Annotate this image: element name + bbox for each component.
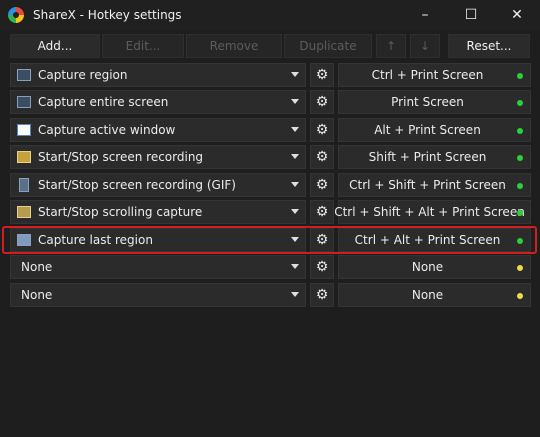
window-controls: – ☐ ✕ xyxy=(402,0,540,30)
hotkey-row: Start/Stop screen recording ⚙ Shift + Pr… xyxy=(0,145,540,171)
hotkey-label: Ctrl + Shift + Alt + Print Screen xyxy=(334,205,525,219)
active-window-icon xyxy=(17,124,31,136)
scrolling-capture-icon xyxy=(17,206,31,218)
hotkey-field[interactable]: Shift + Print Screen xyxy=(338,145,531,169)
hotkey-field[interactable]: Ctrl + Shift + Alt + Print Screen xyxy=(334,200,531,224)
status-indicator xyxy=(517,128,523,134)
task-select[interactable]: Capture region xyxy=(10,63,306,87)
gear-icon[interactable]: ⚙ xyxy=(310,63,334,87)
hotkey-field[interactable]: Print Screen xyxy=(338,90,531,114)
task-label: Start/Stop screen recording (GIF) xyxy=(38,178,236,192)
move-down-button[interactable]: ↓ xyxy=(410,34,440,58)
task-label: Start/Stop scrolling capture xyxy=(38,205,203,219)
hotkey-label: Ctrl + Shift + Print Screen xyxy=(349,178,506,192)
capture-region-icon xyxy=(17,69,31,81)
sharex-logo-icon xyxy=(8,7,24,23)
status-indicator xyxy=(517,238,523,244)
hotkey-label: None xyxy=(411,288,444,302)
gear-icon[interactable]: ⚙ xyxy=(310,118,334,142)
task-select[interactable]: Capture last region xyxy=(10,228,306,252)
status-indicator xyxy=(517,73,523,79)
task-select[interactable]: Start/Stop screen recording (GIF) xyxy=(10,173,306,197)
hotkey-row: Start/Stop scrolling capture ⚙ Ctrl + Sh… xyxy=(0,200,540,226)
chevron-down-icon xyxy=(291,182,299,187)
chevron-down-icon xyxy=(291,127,299,132)
gear-icon[interactable]: ⚙ xyxy=(310,283,334,307)
hotkey-field[interactable]: Alt + Print Screen xyxy=(338,118,531,142)
task-label: None xyxy=(21,260,53,274)
hotkey-row: Capture active window ⚙ Alt + Print Scre… xyxy=(0,118,540,144)
chevron-down-icon xyxy=(291,72,299,77)
gear-icon[interactable]: ⚙ xyxy=(310,90,334,114)
task-select[interactable]: Start/Stop screen recording xyxy=(10,145,306,169)
window-title: ShareX - Hotkey settings xyxy=(33,8,182,22)
maximize-button[interactable]: ☐ xyxy=(448,0,494,30)
hotkey-label: Ctrl + Alt + Print Screen xyxy=(354,233,501,247)
status-indicator xyxy=(517,183,523,189)
hotkey-label: Shift + Print Screen xyxy=(368,150,487,164)
hotkey-label: Print Screen xyxy=(391,95,464,109)
hotkey-row: None ⚙ None xyxy=(0,255,540,281)
hotkey-label: Alt + Print Screen xyxy=(374,123,481,137)
chevron-down-icon xyxy=(291,154,299,159)
hotkey-row: Start/Stop screen recording (GIF) ⚙ Ctrl… xyxy=(0,173,540,199)
task-select[interactable]: None xyxy=(10,255,306,279)
hotkey-field[interactable]: Ctrl + Print Screen xyxy=(338,63,531,87)
task-label: Capture region xyxy=(38,68,128,82)
hotkey-row: Capture last region ⚙ Ctrl + Alt + Print… xyxy=(0,228,540,254)
gear-icon[interactable]: ⚙ xyxy=(310,228,334,252)
hotkey-label: Ctrl + Print Screen xyxy=(371,68,484,82)
hotkey-row: Capture entire screen ⚙ Print Screen xyxy=(0,90,540,116)
task-select[interactable]: Capture active window xyxy=(10,118,306,142)
hotkey-field[interactable]: Ctrl + Shift + Print Screen xyxy=(338,173,531,197)
task-label: None xyxy=(21,288,53,302)
status-indicator xyxy=(517,293,523,299)
hotkey-field[interactable]: None xyxy=(338,255,531,279)
task-select[interactable]: Capture entire screen xyxy=(10,90,306,114)
gif-recording-icon xyxy=(19,178,29,192)
hotkey-field[interactable]: None xyxy=(338,283,531,307)
hotkey-row: Capture region ⚙ Ctrl + Print Screen xyxy=(0,63,540,89)
task-select[interactable]: None xyxy=(10,283,306,307)
gear-icon[interactable]: ⚙ xyxy=(310,255,334,279)
gear-icon[interactable]: ⚙ xyxy=(310,145,334,169)
chevron-down-icon xyxy=(291,292,299,297)
task-label: Capture entire screen xyxy=(38,95,169,109)
close-button[interactable]: ✕ xyxy=(494,0,540,30)
hotkey-label: None xyxy=(411,260,444,274)
status-indicator xyxy=(517,210,523,216)
screen-recording-icon xyxy=(17,151,31,163)
task-label: Start/Stop screen recording xyxy=(38,150,204,164)
chevron-down-icon xyxy=(291,264,299,269)
last-region-icon xyxy=(17,234,31,246)
chevron-down-icon xyxy=(291,209,299,214)
gear-icon[interactable]: ⚙ xyxy=(310,173,334,197)
status-indicator xyxy=(517,265,523,271)
hotkey-field[interactable]: Ctrl + Alt + Print Screen xyxy=(338,228,531,252)
chevron-down-icon xyxy=(291,99,299,104)
toolbar: Add... Edit... Remove Duplicate ↑ ↓ Rese… xyxy=(0,34,540,60)
task-select[interactable]: Start/Stop scrolling capture xyxy=(10,200,306,224)
move-up-button[interactable]: ↑ xyxy=(376,34,406,58)
edit-button[interactable]: Edit... xyxy=(102,34,184,58)
reset-button[interactable]: Reset... xyxy=(448,34,530,58)
add-button[interactable]: Add... xyxy=(10,34,100,58)
chevron-down-icon xyxy=(291,237,299,242)
status-indicator xyxy=(517,155,523,161)
task-label: Capture last region xyxy=(38,233,153,247)
duplicate-button[interactable]: Duplicate xyxy=(284,34,372,58)
remove-button[interactable]: Remove xyxy=(186,34,282,58)
gear-icon[interactable]: ⚙ xyxy=(310,200,334,224)
capture-screen-icon xyxy=(17,96,31,108)
task-label: Capture active window xyxy=(38,123,176,137)
minimize-button[interactable]: – xyxy=(402,0,448,30)
status-indicator xyxy=(517,100,523,106)
title-bar: ShareX - Hotkey settings – ☐ ✕ xyxy=(0,0,540,30)
hotkey-row: None ⚙ None xyxy=(0,283,540,309)
